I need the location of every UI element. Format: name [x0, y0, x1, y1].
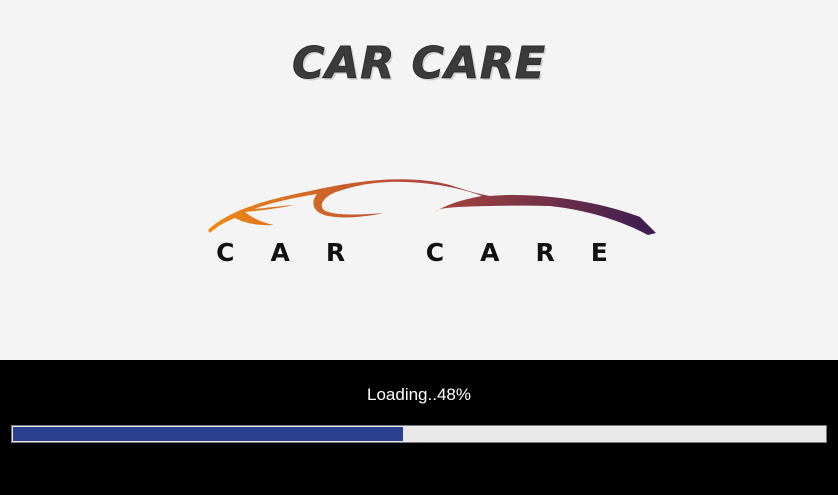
- car-care-logo-graphic: CAR CARE: [208, 179, 656, 267]
- car-roofline-swoosh: [208, 179, 656, 235]
- splash-screen: CAR CARE CAR CARE Loading..48%: [0, 0, 838, 495]
- loading-progress-fill: [13, 427, 403, 441]
- loading-panel: Loading..48%: [0, 360, 838, 495]
- car-care-logo: CAR CARE: [200, 165, 660, 270]
- loading-progress-bar: [11, 425, 827, 443]
- splash-header: CAR CARE CAR CARE: [0, 0, 838, 360]
- logo-wordmark: CAR CARE: [216, 238, 644, 267]
- loading-status-text: Loading..48%: [367, 385, 471, 404]
- app-title: CAR CARE: [292, 38, 546, 90]
